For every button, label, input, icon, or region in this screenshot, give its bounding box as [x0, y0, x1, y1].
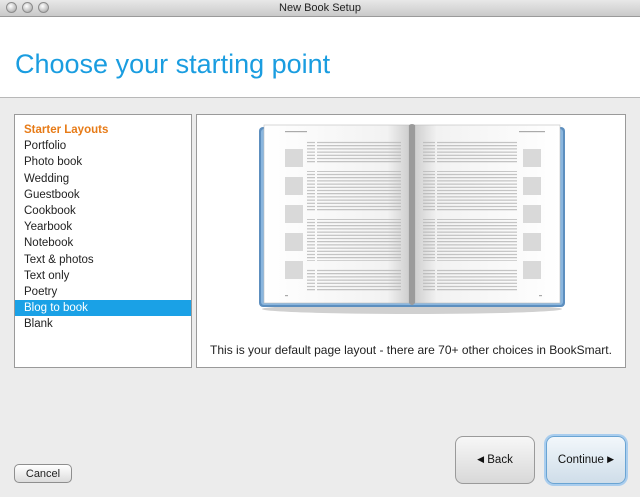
- sidebar-item-poetry[interactable]: Poetry: [15, 284, 191, 300]
- sidebar-item-notebook[interactable]: Notebook: [15, 235, 191, 251]
- header-banner: Choose your starting point: [0, 17, 640, 98]
- sidebar-item-cookbook[interactable]: Cookbook: [15, 203, 191, 219]
- minimize-window-icon[interactable]: [22, 2, 33, 13]
- zoom-window-icon[interactable]: [38, 2, 49, 13]
- continue-button-label: Continue: [557, 454, 604, 466]
- sidebar-item-text-and-photos[interactable]: Text & photos: [15, 252, 191, 268]
- sidebar-item-guestbook[interactable]: Guestbook: [15, 187, 191, 203]
- right-triangle-icon: ▶: [607, 454, 615, 464]
- left-triangle-icon: ◀: [477, 454, 485, 464]
- sidebar-item-starter-layouts: Starter Layouts: [24, 124, 109, 136]
- sidebar-item-photo-book[interactable]: Photo book: [15, 154, 191, 170]
- open-book-preview-image: [259, 124, 565, 314]
- sidebar-item-blank[interactable]: Blank: [15, 316, 191, 332]
- close-window-icon[interactable]: [6, 2, 17, 13]
- layout-category-list[interactable]: Starter Layouts Portfolio Photo book Wed…: [14, 114, 192, 368]
- sidebar-item-yearbook[interactable]: Yearbook: [15, 219, 191, 235]
- preview-caption: This is your default page layout - there…: [210, 343, 612, 357]
- sidebar-item-blog-to-book[interactable]: Blog to book: [15, 300, 191, 317]
- window-title: New Book Setup: [279, 2, 361, 14]
- cancel-button[interactable]: Cancel: [14, 464, 72, 483]
- back-button[interactable]: ◀ Back: [455, 436, 535, 484]
- back-button-label: Back: [487, 454, 513, 466]
- window-titlebar: New Book Setup: [0, 0, 640, 17]
- sidebar-item-text-only[interactable]: Text only: [15, 268, 191, 284]
- page-title: Choose your starting point: [15, 49, 331, 79]
- layout-preview-panel: This is your default page layout - there…: [196, 114, 626, 368]
- sidebar-item-portfolio[interactable]: Portfolio: [15, 138, 191, 154]
- continue-button[interactable]: Continue ▶: [546, 436, 626, 484]
- sidebar-item-wedding[interactable]: Wedding: [15, 171, 191, 187]
